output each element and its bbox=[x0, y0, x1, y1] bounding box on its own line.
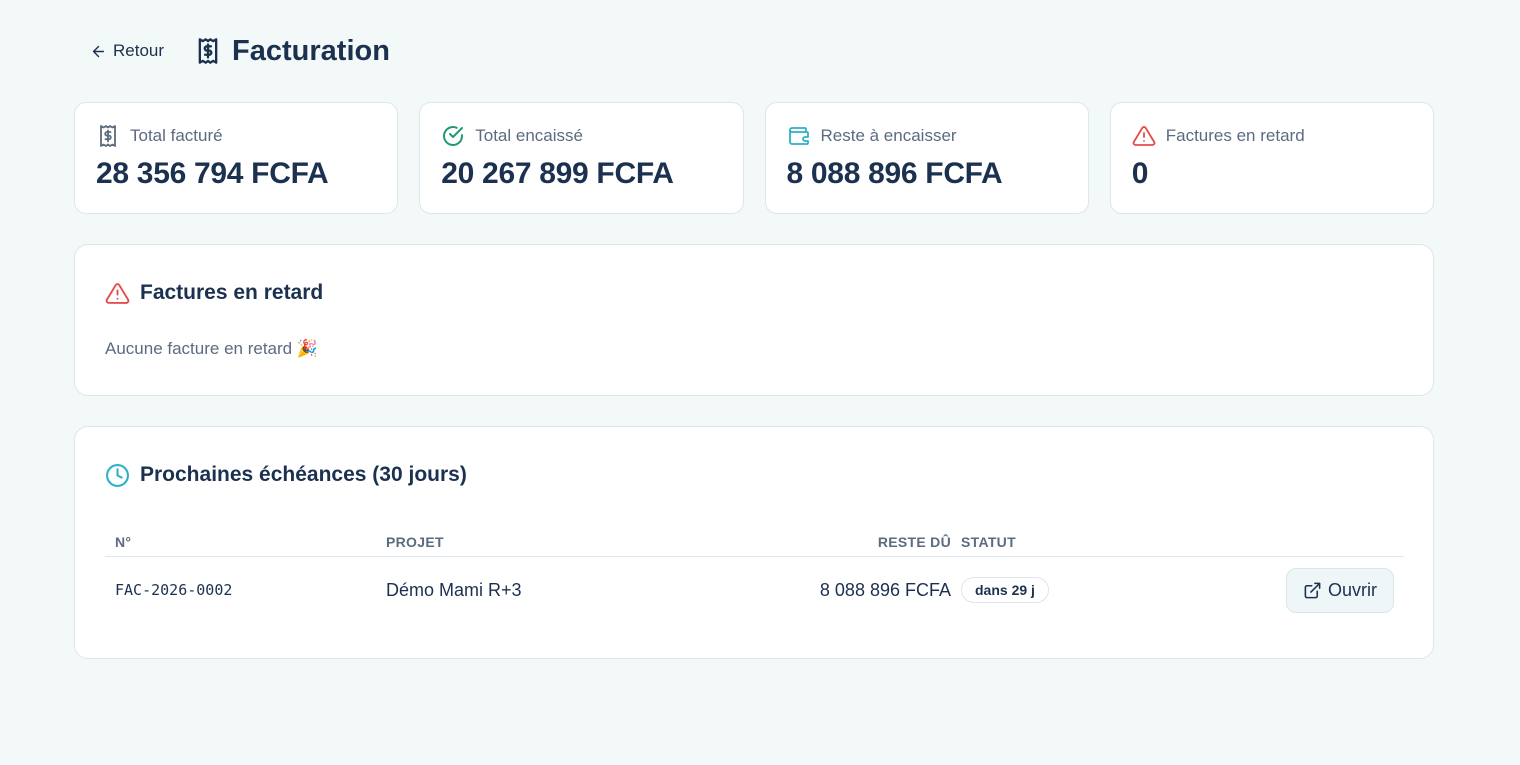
table-row: FAC-2026-0002 Démo Mami R+3 8 088 896 FC… bbox=[105, 557, 1404, 623]
stat-card-remaining: Reste à encaisser 8 088 896 FCFA bbox=[764, 102, 1089, 214]
stat-value: 0 bbox=[1131, 157, 1149, 190]
stat-label: Total encaissé bbox=[475, 126, 583, 145]
stat-label: Factures en retard bbox=[1165, 126, 1305, 145]
column-header-number: N° bbox=[115, 533, 132, 550]
open-button-label: Ouvrir bbox=[1328, 579, 1377, 600]
stat-card-total-billed: Total facturé 28 356 794 FCFA bbox=[74, 102, 399, 214]
external-link-icon bbox=[1304, 582, 1321, 598]
receipt-dollar-icon bbox=[100, 125, 116, 147]
warning-triangle-icon bbox=[1132, 126, 1156, 146]
receipt-dollar-icon bbox=[198, 38, 218, 64]
clock-icon bbox=[106, 463, 129, 487]
empty-state-text: Aucune facture en retard 🎉 bbox=[105, 339, 319, 358]
check-circle-icon bbox=[443, 126, 464, 146]
stat-value: 8 088 896 FCFA bbox=[786, 157, 1003, 190]
wallet-icon bbox=[788, 127, 809, 145]
upcoming-due-panel: Prochaines échéances (30 jours) N° PROJE… bbox=[74, 426, 1434, 659]
stat-value: 20 267 899 FCFA bbox=[441, 157, 674, 190]
back-button[interactable]: Retour bbox=[90, 41, 164, 61]
back-label: Retour bbox=[113, 41, 165, 60]
stat-value: 28 356 794 FCFA bbox=[96, 157, 329, 190]
column-header-status: STATUT bbox=[961, 533, 1016, 550]
column-header-remaining: RESTE DÛ bbox=[877, 533, 951, 550]
late-invoices-panel: Factures en retard Aucune facture en ret… bbox=[74, 244, 1434, 396]
stat-card-total-collected: Total encaissé 20 267 899 FCFA bbox=[419, 102, 744, 214]
project-name: Démo Mami R+3 bbox=[386, 579, 522, 600]
invoice-number: FAC-2026-0002 bbox=[115, 581, 233, 599]
panel-title: Factures en retard bbox=[140, 281, 324, 304]
panel-title: Prochaines échéances (30 jours) bbox=[140, 463, 467, 486]
column-header-project: PROJET bbox=[386, 533, 444, 550]
open-invoice-button[interactable]: Ouvrir bbox=[1286, 567, 1394, 613]
stat-card-late-invoices: Factures en retard 0 bbox=[1109, 102, 1434, 214]
status-badge: dans 29 j bbox=[961, 577, 1049, 603]
warning-triangle-icon bbox=[105, 282, 130, 304]
stat-label: Reste à encaisser bbox=[820, 126, 957, 145]
stats-row: Total facturé 28 356 794 FCFA Total enca… bbox=[74, 102, 1434, 214]
arrow-left-icon bbox=[92, 45, 105, 57]
page-header: Retour Facturation bbox=[90, 30, 390, 72]
table-header: N° PROJET RESTE DÛ STATUT bbox=[105, 527, 1404, 557]
page-title: Facturation bbox=[232, 34, 390, 67]
upcoming-table: N° PROJET RESTE DÛ STATUT FAC-2026-0002 … bbox=[105, 527, 1404, 623]
stat-label: Total facturé bbox=[130, 126, 223, 145]
remaining-amount: 8 088 896 FCFA bbox=[819, 579, 951, 600]
